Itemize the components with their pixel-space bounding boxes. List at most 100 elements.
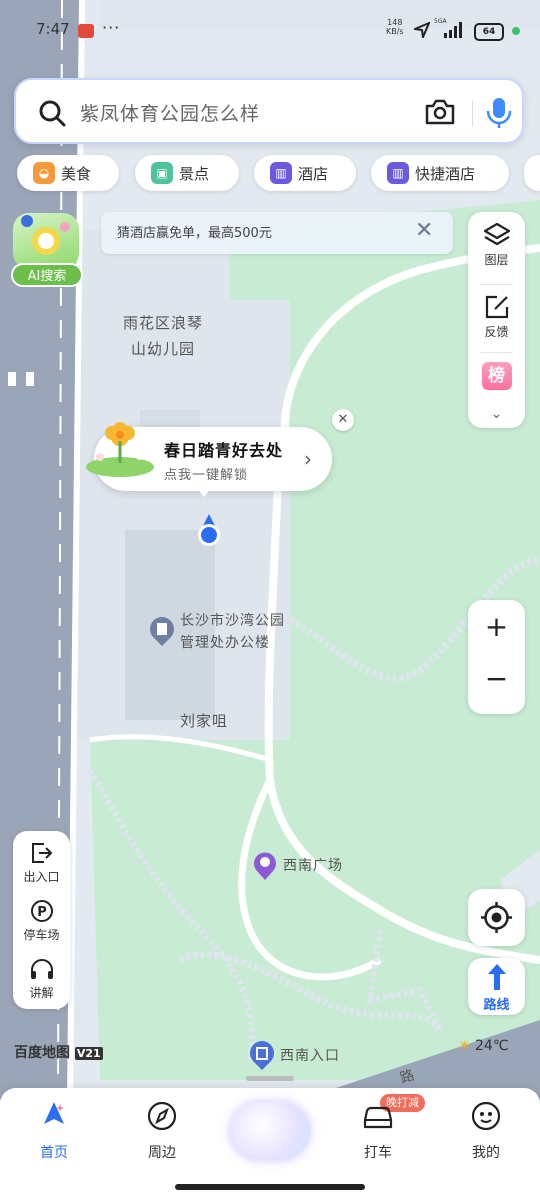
- chevron-right-icon: ›: [304, 447, 312, 471]
- close-icon[interactable]: ✕: [415, 218, 433, 243]
- logo-version: V21: [74, 1047, 103, 1060]
- chip-scenic-label: 景点: [179, 164, 210, 183]
- callout-title: 春日踏青好去处: [164, 441, 284, 460]
- search-input[interactable]: 紫凤体育公园怎么样: [80, 99, 260, 126]
- audio-guide-button[interactable]: 讲解: [13, 957, 70, 1001]
- search-divider: [472, 100, 473, 126]
- route-label: 路线: [483, 998, 510, 1013]
- chevron-down-icon[interactable]: ⌄: [468, 406, 525, 422]
- parking-button[interactable]: P 停车场: [13, 899, 70, 943]
- entrance-icon[interactable]: [248, 1040, 276, 1072]
- office-label[interactable]: 长沙市沙湾公园 管理处办公楼: [180, 610, 320, 654]
- tab-home-label: 首页: [40, 1145, 68, 1161]
- exit-icon: [31, 843, 52, 863]
- feedback-button[interactable]: 反馈: [468, 294, 525, 340]
- home-indicator: [175, 1184, 365, 1190]
- feedback-label: 反馈: [484, 325, 509, 339]
- layers-icon: [483, 222, 510, 246]
- weather-widget[interactable]: ☀ 24℃: [458, 1038, 509, 1054]
- promo-text: 猜酒店赢免单，最高500元: [117, 226, 272, 241]
- headphones-icon: [30, 959, 53, 979]
- chip-hotel-label: 酒店: [298, 164, 329, 183]
- car-icon: [363, 1106, 393, 1129]
- ranking-button[interactable]: 榜: [468, 362, 525, 390]
- chip-scenic[interactable]: ▣ 景点: [135, 155, 239, 191]
- sun-icon: ☀: [458, 1038, 471, 1054]
- battery-indicator: 64: [474, 23, 504, 41]
- crosshair-icon: [481, 902, 512, 933]
- svg-text:P: P: [37, 905, 47, 920]
- kindergarten-label[interactable]: 雨花区浪琴 山幼儿园: [108, 310, 218, 362]
- search-icon: [39, 100, 66, 127]
- zoom-out-button[interactable]: −: [468, 662, 525, 695]
- tab-home[interactable]: 首页: [14, 1100, 94, 1162]
- baidu-map-logo: 百度地图 V21: [14, 1042, 103, 1062]
- notification-app-icon: [78, 24, 94, 38]
- hotel-icon: ▥: [270, 162, 292, 184]
- chip-food[interactable]: ◒ 美食: [17, 155, 119, 191]
- route-arrow-icon: [488, 964, 506, 990]
- route-button[interactable]: 路线: [468, 958, 525, 1015]
- net-speed-value: 148: [387, 18, 403, 27]
- home-compass-icon: [44, 1102, 64, 1124]
- map-tools-panel: 图层 反馈 榜 ⌄: [468, 212, 525, 428]
- chip-budget-hotel[interactable]: ▥ 快捷酒店: [371, 155, 509, 191]
- net-speed: 148 KB/s: [386, 18, 404, 36]
- search-bar[interactable]: 紫凤体育公园怎么样: [14, 78, 524, 144]
- entrance-label[interactable]: 西南入口: [280, 1045, 340, 1065]
- signal-icon: [444, 22, 462, 38]
- chip-hotel[interactable]: ▥ 酒店: [254, 155, 356, 191]
- tab-nearby[interactable]: 周边: [122, 1100, 202, 1162]
- ai-mascot-image: [13, 213, 79, 269]
- camera-icon[interactable]: [424, 98, 456, 126]
- promo-banner[interactable]: 猜酒店赢免单，最高500元 ✕: [101, 212, 453, 254]
- parking-icon: P: [30, 900, 53, 922]
- place-label-liujiazui[interactable]: 刘家咀: [180, 710, 228, 731]
- status-time: 7:47: [36, 20, 70, 38]
- tab-taxi[interactable]: 打车: [338, 1100, 418, 1162]
- locate-me-button[interactable]: [468, 889, 525, 946]
- hotel-icon: ▥: [387, 162, 409, 184]
- ai-search-button[interactable]: AI搜索: [11, 213, 83, 287]
- plaza-label[interactable]: 西南广场: [283, 855, 343, 875]
- feedback-icon: [485, 295, 508, 319]
- poi-tools-panel: 出入口 P 停车场 讲解: [13, 831, 70, 1009]
- zoom-in-button[interactable]: +: [468, 610, 525, 643]
- privacy-dot: [512, 27, 520, 35]
- chip-food-label: 美食: [61, 164, 92, 183]
- layers-button[interactable]: 图层: [468, 222, 525, 268]
- divider: [480, 352, 513, 353]
- compass-icon: [147, 1101, 177, 1131]
- plaza-icon[interactable]: [252, 850, 278, 882]
- status-bar: 7:47 ··· 148 KB/s 5GA 64: [0, 0, 540, 60]
- scenic-icon: ▣: [151, 162, 173, 184]
- ranking-icon: 榜: [481, 362, 512, 390]
- tab-nearby-label: 周边: [148, 1145, 176, 1161]
- tab-taxi-label: 打车: [364, 1145, 392, 1161]
- weather-temp: 24℃: [475, 1038, 509, 1054]
- exit-button[interactable]: 出入口: [13, 841, 70, 885]
- exit-label: 出入口: [23, 870, 60, 884]
- more-notifications-icon: ···: [102, 18, 121, 37]
- profile-face-icon: [471, 1101, 501, 1131]
- flower-illustration-icon: [86, 422, 154, 477]
- callout-pointer: [196, 487, 212, 497]
- ai-assistant-orb-button[interactable]: [230, 1102, 310, 1160]
- ai-search-label: AI搜索: [11, 263, 83, 287]
- current-location-marker-icon: [198, 514, 220, 546]
- tab-mine[interactable]: 我的: [446, 1100, 526, 1162]
- layers-label: 图层: [484, 253, 509, 267]
- food-icon: ◒: [33, 162, 55, 184]
- location-arrow-icon: [414, 22, 430, 38]
- audio-guide-label: 讲解: [29, 986, 54, 1000]
- microphone-icon[interactable]: [484, 96, 514, 130]
- ai-mascot-icon: [21, 215, 70, 255]
- office-building-icon[interactable]: [148, 616, 176, 648]
- callout-close-button[interactable]: ✕: [332, 409, 354, 431]
- spring-outing-callout[interactable]: 春日踏青好去处 点我一键解锁 ›: [86, 422, 332, 497]
- logo-text: 百度地图: [14, 1045, 70, 1061]
- divider: [480, 284, 513, 285]
- sheet-handle[interactable]: [246, 1076, 294, 1081]
- parking-label: 停车场: [23, 928, 60, 942]
- zoom-controls: + −: [468, 600, 525, 714]
